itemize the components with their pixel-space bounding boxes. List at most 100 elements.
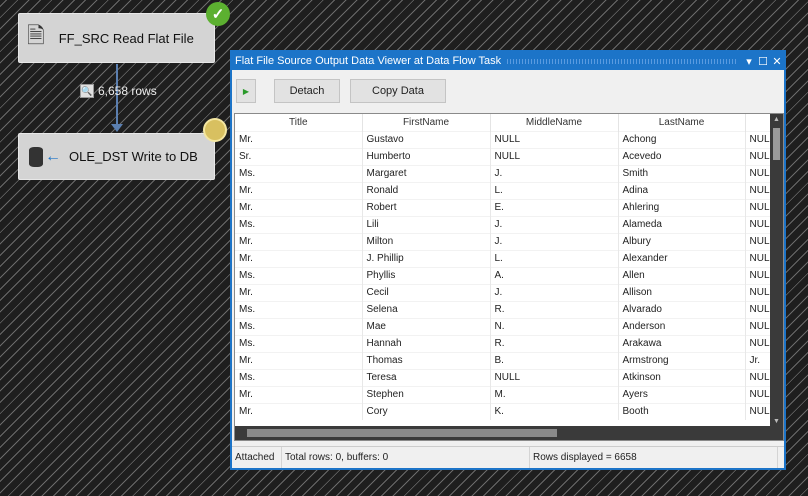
path-row-count[interactable]: 🔍 6,658 rows <box>80 84 157 98</box>
table-cell: Ms. <box>235 317 363 335</box>
database-destination-icon <box>29 146 43 167</box>
table-cell: Phyllis <box>362 266 491 284</box>
table-cell: Ronald <box>362 181 491 199</box>
table-row[interactable]: Mr. Milton J. Albury NULL <box>235 232 777 250</box>
table-cell: Robert <box>362 198 491 216</box>
table-row[interactable]: Mr. Stephen M. Ayers NULL <box>235 385 777 403</box>
table-row[interactable]: Mr. Robert E. Ahlering NULL <box>235 198 777 216</box>
table-cell: R. <box>490 300 619 318</box>
table-cell: M. <box>490 385 619 403</box>
task-ff-src[interactable]: 🗎 FF_SRC Read Flat File <box>18 13 215 63</box>
arrow-left-icon: ← <box>45 147 61 165</box>
table-row[interactable]: Mr. Thomas B. Armstrong Jr. <box>235 351 777 369</box>
column-header[interactable]: MiddleName <box>490 114 619 131</box>
table-row[interactable]: Sr. Humberto NULL Acevedo NULL <box>235 147 777 165</box>
table-cell: Stephen <box>362 385 491 403</box>
table-cell: Armstrong <box>618 351 746 369</box>
table-cell: NULL <box>490 130 619 148</box>
table-cell: J. <box>490 232 619 250</box>
status-bar: Attached Total rows: 0, buffers: 0 Rows … <box>232 446 784 468</box>
table-cell: Teresa <box>362 368 491 386</box>
horizontal-scrollbar[interactable] <box>235 426 783 440</box>
table-cell: Hannah <box>362 334 491 352</box>
table-cell: Ms. <box>235 300 363 318</box>
data-viewer-magnifier-icon[interactable]: 🔍 <box>80 84 94 98</box>
table-cell: Mae <box>362 317 491 335</box>
task-label: OLE_DST Write to DB <box>69 149 198 164</box>
table-cell: E. <box>490 198 619 216</box>
table-cell: Ms. <box>235 164 363 182</box>
scroll-down-icon[interactable]: ▼ <box>770 418 783 425</box>
running-wheel-icon <box>203 118 227 142</box>
copy-data-button[interactable]: Copy Data <box>350 79 446 103</box>
close-icon[interactable]: ✕ <box>770 55 784 68</box>
table-cell: Adina <box>618 181 746 199</box>
column-header[interactable]: Title <box>235 114 363 131</box>
table-cell: Sr. <box>235 147 363 165</box>
table-row[interactable]: Ms. Teresa NULL Atkinson NULL <box>235 368 777 386</box>
table-cell: R. <box>490 334 619 352</box>
status-rows-displayed: Rows displayed = 6658 <box>530 447 778 468</box>
table-cell: Booth <box>618 402 746 420</box>
table-cell: A. <box>490 266 619 284</box>
table-cell: Ahlering <box>618 198 746 216</box>
table-cell: Milton <box>362 232 491 250</box>
status-totals: Total rows: 0, buffers: 0 <box>282 447 530 468</box>
table-row[interactable]: Ms. Phyllis A. Allen NULL <box>235 266 777 284</box>
table-cell: N. <box>490 317 619 335</box>
task-ole-dst[interactable]: ← OLE_DST Write to DB <box>18 133 215 180</box>
table-cell: Ms. <box>235 266 363 284</box>
data-grid[interactable]: Title FirstName MiddleName LastName Mr. Gust… <box>234 113 784 441</box>
table-cell: NULL <box>490 147 619 165</box>
task-label: FF_SRC Read Flat File <box>58 30 194 46</box>
header-row: Title FirstName MiddleName LastName <box>235 114 777 131</box>
table-row[interactable]: Ms. Selena R. Alvarado NULL <box>235 300 777 318</box>
table-cell: Mr. <box>235 130 363 148</box>
table-cell: Arakawa <box>618 334 746 352</box>
table-cell: Selena <box>362 300 491 318</box>
table-cell: Anderson <box>618 317 746 335</box>
table-cell: NULL <box>490 368 619 386</box>
table-cell: Allen <box>618 266 746 284</box>
vertical-scrollbar[interactable]: ▲ ▼ <box>770 114 783 427</box>
detach-button[interactable]: Detach <box>274 79 340 103</box>
table-cell: J. Phillip <box>362 249 491 267</box>
status-attached: Attached <box>232 447 282 468</box>
table-row[interactable]: Mr. Ronald L. Adina NULL <box>235 181 777 199</box>
table-cell: Ayers <box>618 385 746 403</box>
path-arrow-icon <box>111 124 123 132</box>
table-row[interactable]: Mr. Cecil J. Allison NULL <box>235 283 777 301</box>
maximize-icon[interactable]: ☐ <box>756 55 770 68</box>
drag-grip[interactable] <box>507 58 736 64</box>
table-cell: Thomas <box>362 351 491 369</box>
table-cell: L. <box>490 181 619 199</box>
scroll-up-icon[interactable]: ▲ <box>770 116 783 123</box>
table-row[interactable]: Ms. Hannah R. Arakawa NULL <box>235 334 777 352</box>
window-menu-icon[interactable]: ▾ <box>742 55 756 68</box>
vertical-scroll-thumb[interactable] <box>773 128 780 160</box>
window-title: Flat File Source Output Data Viewer at D… <box>235 55 502 67</box>
table-cell: Ms. <box>235 334 363 352</box>
table-row[interactable]: Ms. Margaret J. Smith NULL <box>235 164 777 182</box>
table-row[interactable]: Ms. Mae N. Anderson NULL <box>235 317 777 335</box>
table-row[interactable]: Mr. J. Phillip L. Alexander NULL <box>235 249 777 267</box>
table-cell: Acevedo <box>618 147 746 165</box>
table-cell: Mr. <box>235 351 363 369</box>
table-row[interactable]: Ms. Lili J. Alameda NULL <box>235 215 777 233</box>
table-cell: Cecil <box>362 283 491 301</box>
table-row[interactable]: Mr. Cory K. Booth NULL <box>235 402 777 420</box>
table-cell: Mr. <box>235 198 363 216</box>
column-header[interactable]: FirstName <box>362 114 491 131</box>
window-titlebar[interactable]: Flat File Source Output Data Viewer at D… <box>232 52 784 70</box>
table-cell: Mr. <box>235 385 363 403</box>
table-cell: Atkinson <box>618 368 746 386</box>
column-header[interactable]: LastName <box>618 114 746 131</box>
table-row[interactable]: Mr. Gustavo NULL Achong NULL <box>235 130 777 148</box>
table-cell: Mr. <box>235 402 363 420</box>
table-cell: J. <box>490 164 619 182</box>
table-cell: Mr. <box>235 181 363 199</box>
play-button[interactable]: ▶ <box>236 79 256 103</box>
table-cell: Ms. <box>235 215 363 233</box>
horizontal-scroll-thumb[interactable] <box>247 429 557 437</box>
table-cell: Alameda <box>618 215 746 233</box>
